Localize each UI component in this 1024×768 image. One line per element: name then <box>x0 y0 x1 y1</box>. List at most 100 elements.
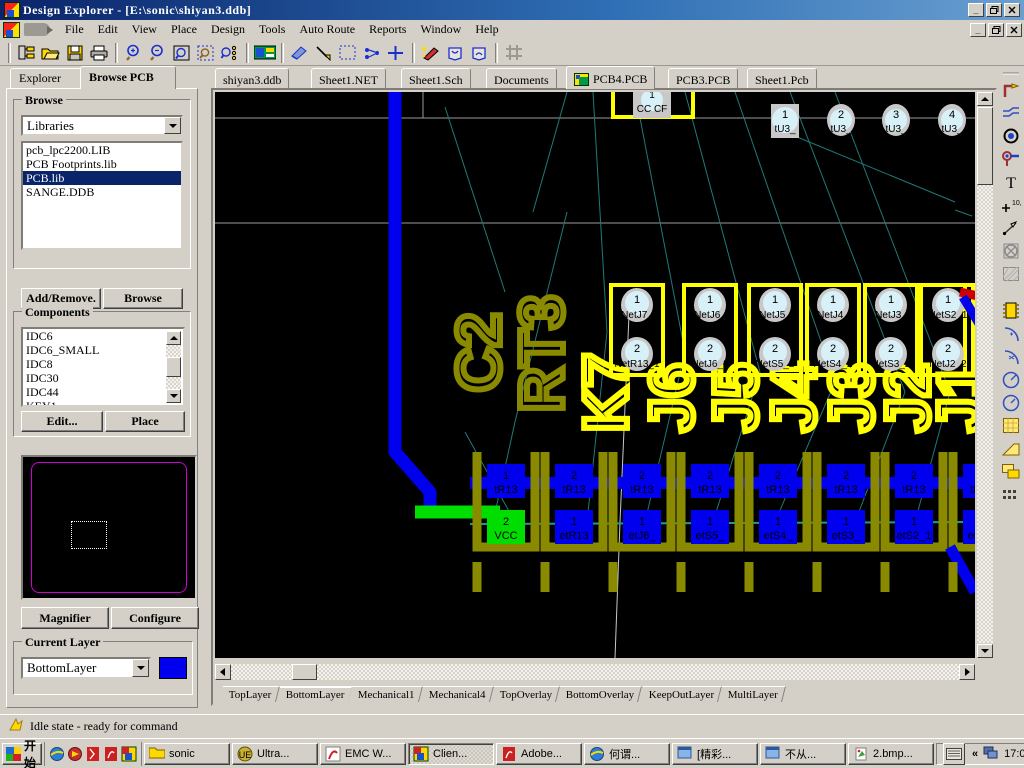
list-item[interactable]: pcb_lpc2200.LIB <box>23 143 181 157</box>
configure-button[interactable]: Configure <box>111 607 199 629</box>
taskbar-button-emc[interactable]: EMC W... <box>320 742 407 765</box>
menu-help[interactable]: Help <box>468 20 505 39</box>
paste-array-icon[interactable] <box>999 460 1023 483</box>
doc-tab-sheet1-sch[interactable]: Sheet1.Sch <box>401 68 471 88</box>
keyboard-icon[interactable] <box>943 742 966 765</box>
redo-icon[interactable] <box>467 42 490 64</box>
components-listbox[interactable]: IDC6 IDC6_SMALL IDC8 IDC30 IDC44 KEY1 KE… <box>21 327 185 407</box>
tab-explorer[interactable]: Explorer <box>10 68 82 88</box>
current-layer-chevron-down-icon[interactable] <box>132 659 149 677</box>
canvas-vertical-scrollbar[interactable] <box>977 92 993 658</box>
scroll-up-button[interactable] <box>166 331 181 345</box>
list-item[interactable]: SANGE.DDB <box>23 185 181 199</box>
arc-center-icon[interactable] <box>999 322 1023 345</box>
browse-button[interactable]: Browse <box>103 288 183 309</box>
components-scrollbar[interactable] <box>166 331 181 403</box>
doc-tab-pcb3-pcb[interactable]: PCB3.PCB <box>668 68 739 88</box>
list-item[interactable]: IDC44 <box>23 385 183 399</box>
list-item[interactable]: KEY1 <box>23 399 183 405</box>
string-icon[interactable]: T <box>999 170 1023 193</box>
menu-tools[interactable]: Tools <box>252 20 293 39</box>
zoom-in-icon[interactable] <box>122 42 145 64</box>
taskbar-button-jingcai[interactable]: [精彩... <box>672 742 759 765</box>
browse-type-combo[interactable]: Libraries <box>21 115 183 136</box>
print-icon[interactable] <box>87 42 110 64</box>
document-nav-icon[interactable] <box>24 23 53 36</box>
tray-expand-chevron-icon[interactable]: « <box>972 748 978 760</box>
list-item[interactable]: PCB.lib <box>23 171 181 185</box>
route-line-icon[interactable] <box>999 101 1023 124</box>
pcb-canvas[interactable]: C2 RT3 K7 J6 J5 J4 J3 J2 J1 1 CC CF 1 tU… <box>215 92 975 658</box>
interactive-route-icon[interactable] <box>999 78 1023 101</box>
media-icon[interactable] <box>67 746 83 762</box>
taskbar-button-client[interactable]: Clien... <box>408 742 495 765</box>
restore-button[interactable] <box>986 3 1002 17</box>
magnifier-button[interactable]: Magnifier <box>21 607 109 629</box>
canvas-scroll-up-button[interactable] <box>977 92 993 106</box>
list-item[interactable]: IDC6 <box>23 329 183 343</box>
undo-icon[interactable] <box>443 42 466 64</box>
canvas-scroll-right-button[interactable] <box>959 664 975 680</box>
layer-tab-topoverlay[interactable]: TopOverlay <box>489 686 561 702</box>
minimize-button[interactable]: _ <box>968 3 984 17</box>
close-button[interactable] <box>1004 3 1020 17</box>
arc-any-angle-icon[interactable] <box>999 368 1023 391</box>
menu-view[interactable]: View <box>125 20 164 39</box>
browse-type-chevron-down-icon[interactable] <box>164 117 181 134</box>
cut-icon[interactable] <box>288 42 311 64</box>
zoom-last-icon[interactable] <box>218 42 241 64</box>
layer-tab-mechanical4[interactable]: Mechanical4 <box>419 686 494 702</box>
taskbar-button-bmp[interactable]: 2.bmp... <box>848 742 935 765</box>
taskbar-button-sonic[interactable]: sonic <box>144 742 231 765</box>
paste-icon[interactable] <box>312 42 335 64</box>
list-item[interactable]: PCB Footprints.lib <box>23 157 181 171</box>
zoom-area-icon[interactable] <box>170 42 193 64</box>
protel-icon[interactable] <box>121 746 137 762</box>
menu-window[interactable]: Window <box>413 20 468 39</box>
canvas-hscroll-track[interactable] <box>231 664 959 680</box>
menu-edit[interactable]: Edit <box>91 20 125 39</box>
layer-tab-multilayer[interactable]: MultiLayer <box>718 686 787 702</box>
full-circle-icon[interactable] <box>999 391 1023 414</box>
menu-design[interactable]: Design <box>204 20 252 39</box>
edit-component-button[interactable]: Edit... <box>21 411 103 432</box>
current-layer-combo[interactable]: BottomLayer <box>21 657 151 679</box>
menu-auto-route[interactable]: Auto Route <box>292 20 362 39</box>
taskbar-button-adobe[interactable]: Adobe... <box>496 742 583 765</box>
origin-icon[interactable] <box>384 42 407 64</box>
list-item[interactable]: IDC8 <box>23 357 183 371</box>
arc-edge-icon[interactable] <box>999 345 1023 368</box>
taskbar-button-bucong[interactable]: 不从... <box>760 742 847 765</box>
doc-tab-documents[interactable]: Documents <box>486 68 557 88</box>
doc-tab-pcb4-pcb[interactable]: PCB4.PCB <box>566 66 656 89</box>
doc-tab-sheet1-net[interactable]: Sheet1.NET <box>311 68 386 88</box>
canvas-vscroll-thumb[interactable] <box>977 107 993 185</box>
preview-viewport[interactable] <box>71 521 107 549</box>
scrollbar-thumb[interactable] <box>166 357 181 377</box>
zoom-out-icon[interactable] <box>146 42 169 64</box>
document-manager-icon[interactable] <box>15 42 38 64</box>
fill-icon[interactable] <box>999 414 1023 437</box>
save-icon[interactable] <box>63 42 86 64</box>
room-icon[interactable] <box>999 239 1023 262</box>
canvas-hscroll-thumb[interactable] <box>292 664 317 680</box>
library-listbox[interactable]: pcb_lpc2200.LIB PCB Footprints.lib PCB.l… <box>21 141 183 250</box>
canvas-scroll-down-button[interactable] <box>977 644 993 658</box>
toolbar-grip[interactable] <box>999 68 1023 78</box>
component-preview[interactable] <box>21 455 197 600</box>
place-component-button[interactable]: Place <box>105 411 185 432</box>
list-item[interactable]: IDC30 <box>23 371 183 385</box>
layer-tab-toplayer[interactable]: TopLayer <box>219 686 280 702</box>
polygon-plane-icon[interactable] <box>999 262 1023 285</box>
current-layer-color-swatch[interactable] <box>159 657 187 679</box>
mdi-close-button[interactable] <box>1006 22 1022 37</box>
move-selection-icon[interactable] <box>360 42 383 64</box>
menu-reports[interactable]: Reports <box>362 20 413 39</box>
document-app-icon[interactable] <box>3 21 20 38</box>
acrobat-icon[interactable] <box>103 746 119 762</box>
mdi-restore-button[interactable] <box>988 22 1004 37</box>
network-icon[interactable] <box>983 745 999 762</box>
array-icon[interactable] <box>999 483 1023 506</box>
select-area-icon[interactable] <box>336 42 359 64</box>
canvas-vscroll-track[interactable] <box>977 107 993 643</box>
